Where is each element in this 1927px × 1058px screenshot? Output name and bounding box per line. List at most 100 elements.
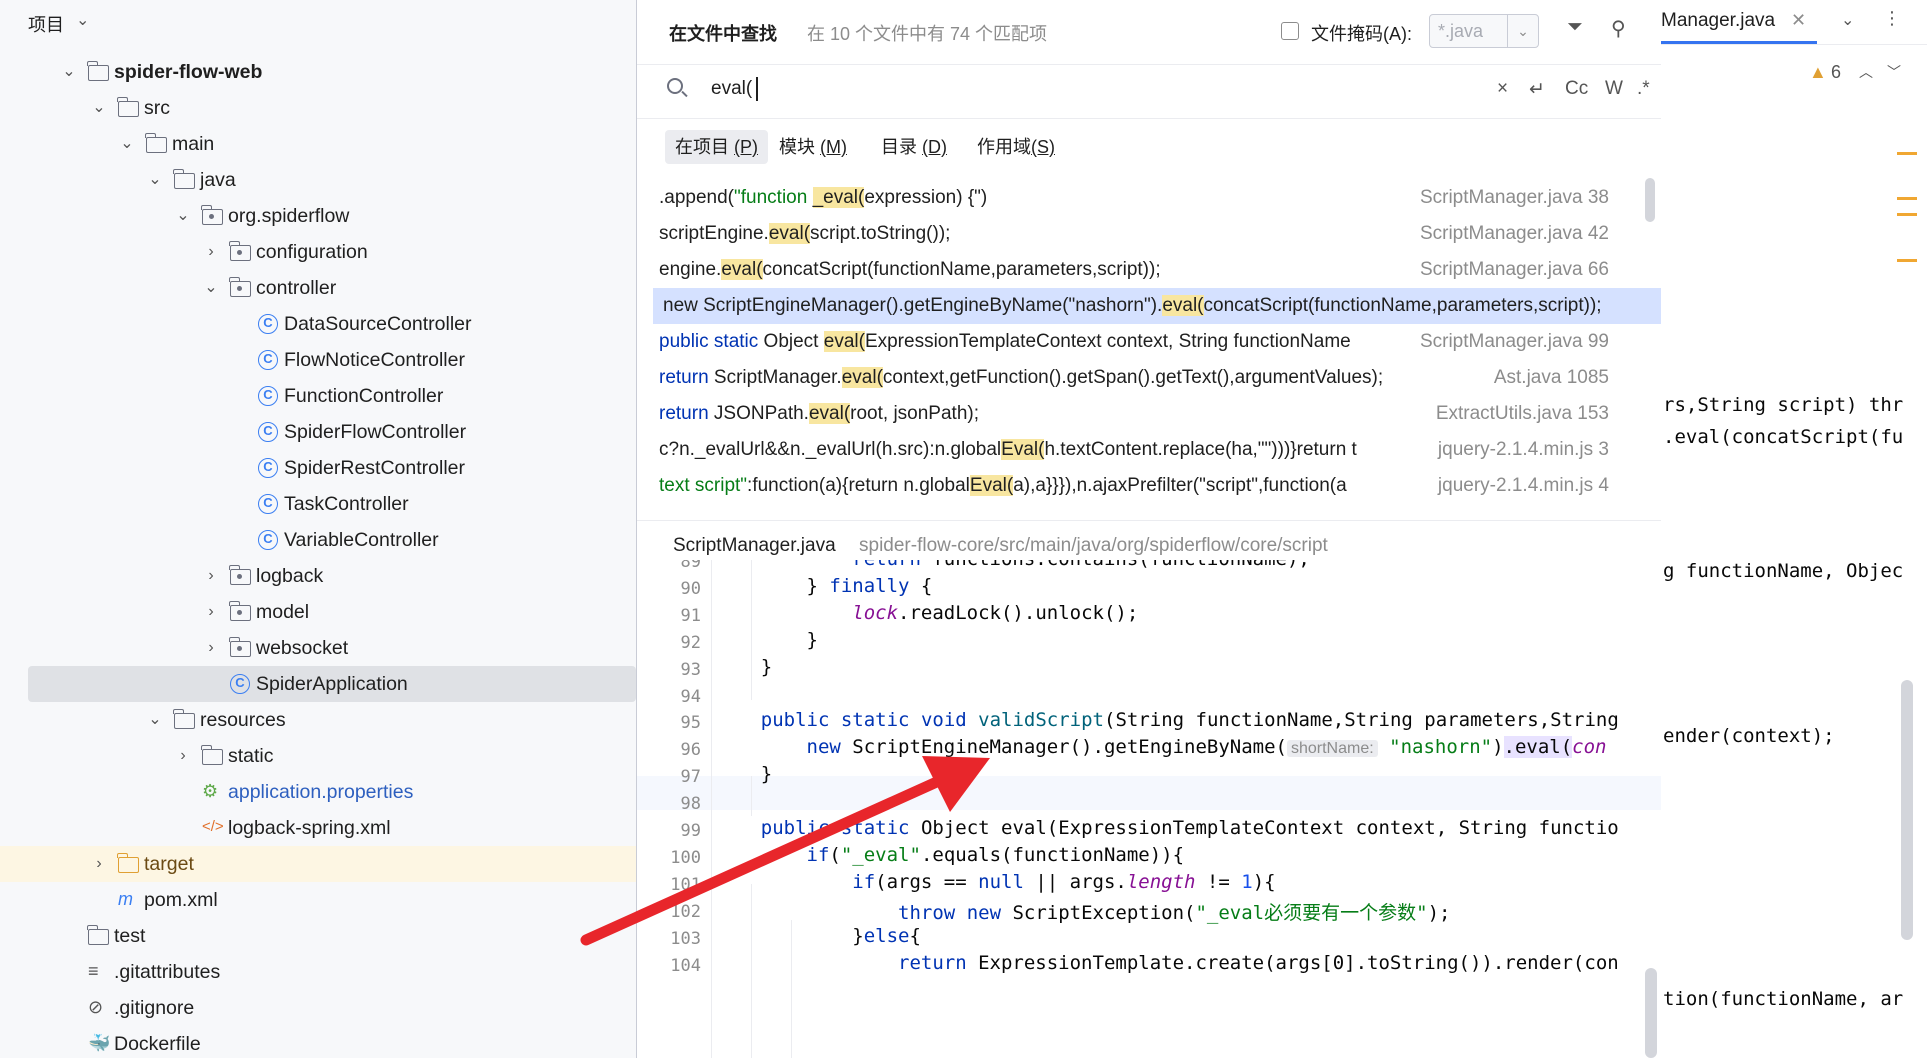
- result-row[interactable]: return ScriptManager.eval(context,getFun…: [649, 360, 1659, 396]
- tree-item-label: FunctionController: [284, 385, 444, 407]
- tree-item[interactable]: ⌄ resources: [0, 702, 636, 738]
- tree-item[interactable]: ≡ .gitattributes: [0, 954, 636, 990]
- tab-in-project[interactable]: 在项目 (P): [665, 130, 769, 164]
- maven-icon: m: [118, 889, 133, 909]
- result-row[interactable]: scriptEngine.eval(script.toString()); Scr…: [649, 216, 1659, 252]
- chevron-down-icon[interactable]: ⌄: [118, 126, 136, 162]
- tree-item[interactable]: ⌄ org.spiderflow: [0, 198, 636, 234]
- code-keyword: return: [659, 367, 714, 388]
- file-mask-select[interactable]: *.java ⌄: [1429, 14, 1539, 48]
- chevron-down-icon[interactable]: ⌄: [202, 270, 220, 306]
- match-highlight: _eval(: [812, 187, 865, 208]
- tree-item[interactable]: C DataSourceController: [0, 306, 636, 342]
- tree-item[interactable]: C FlowNoticeController: [0, 342, 636, 378]
- chevron-down-icon[interactable]: ⌄: [146, 162, 164, 198]
- code-preview[interactable]: 89 return functions.contains(functionNam…: [637, 560, 1661, 1058]
- chevron-down-icon[interactable]: ⌄: [60, 54, 78, 90]
- preview-scrollbar[interactable]: [1645, 968, 1657, 1058]
- tree-item[interactable]: › configuration: [0, 234, 636, 270]
- chevron-down-icon[interactable]: ﹀: [1887, 62, 1901, 82]
- tree-item[interactable]: C VariableController: [0, 522, 636, 558]
- chevron-right-icon[interactable]: ›: [202, 594, 220, 630]
- tree-item[interactable]: 🐳 Dockerfile: [0, 1026, 636, 1058]
- tab-module[interactable]: 模块 (M): [769, 130, 857, 164]
- result-row[interactable]: return JSONPath.eval(root, jsonPath); Ext…: [649, 396, 1659, 432]
- chevron-down-icon[interactable]: ⌄: [146, 702, 164, 738]
- chevron-down-icon[interactable]: ⌄: [174, 198, 192, 234]
- result-code: return ScriptManager.eval(context,getFun…: [659, 360, 1383, 396]
- filter-icon[interactable]: ⏷: [1567, 16, 1583, 39]
- line-number: 93: [680, 659, 701, 680]
- tree-item[interactable]: test: [0, 918, 636, 954]
- code-suffix: script.toString());: [810, 223, 951, 244]
- error-stripe-mark[interactable]: [1897, 152, 1917, 155]
- result-row[interactable]: c?n._evalUrl&&n._evalUrl(h.src):n.global…: [649, 432, 1659, 468]
- match-highlight: Eval(: [1001, 439, 1045, 460]
- search-input[interactable]: [711, 78, 1311, 100]
- file-mask-value: *.java: [1438, 21, 1484, 41]
- tree-item[interactable]: C FunctionController: [0, 378, 636, 414]
- tab-scope[interactable]: 作用域(S): [967, 130, 1065, 164]
- tree-item[interactable]: ⌄ java: [0, 162, 636, 198]
- tree-item[interactable]: › static: [0, 738, 636, 774]
- chevron-right-icon[interactable]: ›: [202, 234, 220, 270]
- warning-icon[interactable]: ▲: [1809, 62, 1827, 83]
- file-mask-label[interactable]: 文件掩码(A):: [1311, 20, 1412, 46]
- warning-count[interactable]: 6: [1831, 62, 1841, 83]
- regex-toggle[interactable]: .*: [1637, 78, 1650, 100]
- chevron-right-icon[interactable]: ›: [174, 738, 192, 774]
- pin-icon[interactable]: ⚲: [1611, 16, 1626, 41]
- search-icon[interactable]: [667, 78, 683, 94]
- editor-tab-label[interactable]: Manager.java: [1661, 10, 1775, 32]
- chevron-up-icon[interactable]: ︿: [1859, 62, 1873, 82]
- chevron-down-icon[interactable]: ⌄: [90, 90, 108, 126]
- result-row[interactable]: text script":function(a){return n.global…: [649, 468, 1659, 504]
- newline-icon[interactable]: ↵: [1529, 78, 1545, 101]
- match-case-toggle[interactable]: Cc: [1565, 78, 1588, 100]
- tree-item[interactable]: ⊘ .gitignore: [0, 990, 636, 1026]
- chevron-down-icon[interactable]: ⌄: [1507, 15, 1538, 47]
- tree-item[interactable]: C TaskController: [0, 486, 636, 522]
- clear-search-icon[interactable]: ×: [1497, 78, 1508, 100]
- tree-item[interactable]: ⚙ application.properties: [0, 774, 636, 810]
- tree-item-label: java: [200, 169, 236, 191]
- project-panel-header[interactable]: 项目 ⌄: [0, 0, 636, 44]
- results-scrollbar[interactable]: [1645, 178, 1655, 222]
- tree-item[interactable]: C SpiderRestController: [0, 450, 636, 486]
- tree-item[interactable]: › websocket: [0, 630, 636, 666]
- tree-item[interactable]: m pom.xml: [0, 882, 636, 918]
- editor-scrollbar[interactable]: [1901, 680, 1913, 940]
- result-row[interactable]: new ScriptEngineManager().getEngineByNam…: [653, 288, 1661, 324]
- tree-item[interactable]: › target: [0, 846, 636, 882]
- line-number: 100: [670, 847, 701, 868]
- error-stripe-mark[interactable]: [1897, 197, 1917, 200]
- close-icon[interactable]: ✕: [1791, 10, 1806, 31]
- tree-item[interactable]: ⌄ src: [0, 90, 636, 126]
- result-row[interactable]: .append("function _eval(expression) {") S…: [649, 180, 1659, 216]
- result-row[interactable]: engine.eval(concatScript(functionName,pa…: [649, 252, 1659, 288]
- project-panel: 项目 ⌄ ⌄ spider-flow-web ⌄ src ⌄ main ⌄ java ⌄ org.…: [0, 0, 637, 1058]
- result-row[interactable]: public static Object eval(ExpressionTemp…: [649, 324, 1659, 360]
- error-stripe-mark[interactable]: [1897, 213, 1917, 216]
- file-mask-checkbox[interactable]: [1281, 22, 1299, 40]
- chevron-right-icon[interactable]: ›: [90, 846, 108, 882]
- tree-item[interactable]: › model: [0, 594, 636, 630]
- tree-item[interactable]: ⌄ controller: [0, 270, 636, 306]
- chevron-right-icon[interactable]: ›: [202, 630, 220, 666]
- tree-item[interactable]: C SpiderFlowController: [0, 414, 636, 450]
- tree-item[interactable]: › logback: [0, 558, 636, 594]
- project-panel-title[interactable]: 项目: [28, 11, 64, 37]
- more-vertical-icon[interactable]: ⋮: [1883, 8, 1901, 29]
- tree-item[interactable]: ⌄ spider-flow-web: [0, 54, 636, 90]
- error-stripe-mark[interactable]: [1897, 259, 1917, 262]
- tree-item-label: configuration: [256, 241, 368, 263]
- chevron-down-icon[interactable]: ⌄: [76, 10, 89, 30]
- tree-item[interactable]: C SpiderApplication: [28, 666, 636, 702]
- whole-words-toggle[interactable]: W: [1605, 78, 1623, 100]
- chevron-right-icon[interactable]: ›: [202, 558, 220, 594]
- tree-item[interactable]: </> logback-spring.xml: [0, 810, 636, 846]
- tree-item-label: controller: [256, 277, 337, 299]
- tab-directory[interactable]: 目录 (D): [871, 130, 957, 164]
- chevron-down-icon[interactable]: ⌄: [1841, 10, 1854, 30]
- tree-item[interactable]: ⌄ main: [0, 126, 636, 162]
